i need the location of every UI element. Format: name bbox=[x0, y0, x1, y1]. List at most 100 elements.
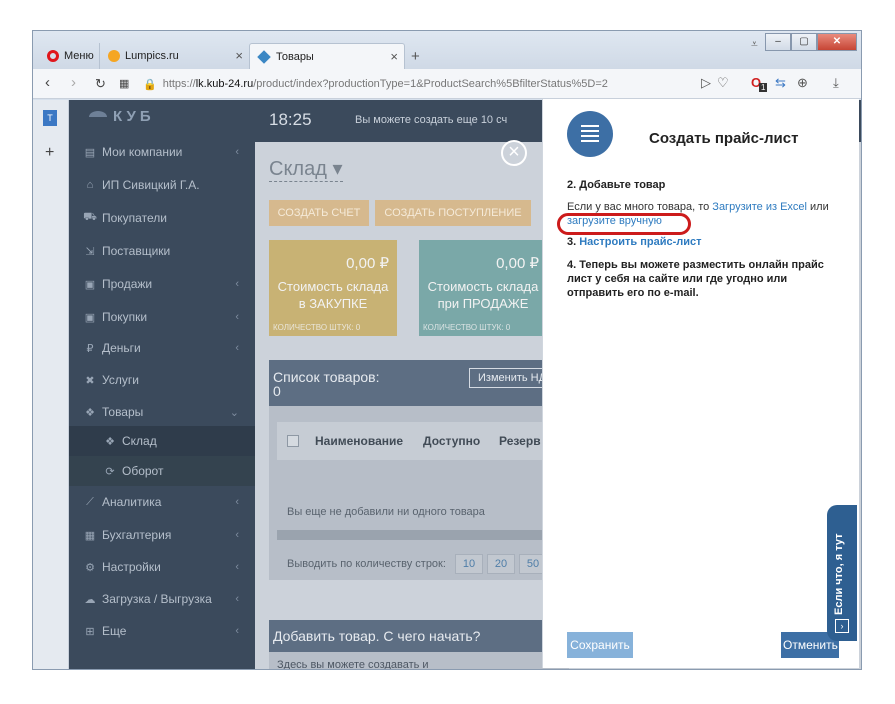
list-numbered-icon bbox=[567, 111, 613, 157]
sidebar-item-companies[interactable]: ▤ Мои компании ‹ bbox=[69, 136, 255, 168]
doc-icon: ▣ bbox=[84, 278, 96, 291]
tab-menu[interactable]: Меню bbox=[39, 43, 99, 69]
pager-10[interactable]: 10 bbox=[455, 554, 483, 574]
gear-icon: ⚙ bbox=[85, 561, 95, 574]
horizontal-scrollbar[interactable] bbox=[277, 530, 569, 540]
limit-notice: Вы можете создать еще 10 сч bbox=[355, 114, 508, 126]
lumpics-favicon-icon bbox=[108, 50, 120, 62]
step4-text: 4. Теперь вы можете разместить онлайн пр… bbox=[567, 259, 824, 299]
pager-20[interactable]: 20 bbox=[487, 554, 515, 574]
window-controls: – ▢ ✕ bbox=[765, 33, 857, 51]
refresh-icon: ⟳ bbox=[105, 465, 115, 478]
sidebar-item-purchases[interactable]: ▣ Покупки ‹ bbox=[69, 301, 255, 333]
pager-label: Выводить по количеству строк: bbox=[287, 558, 446, 570]
sidebar: КУБ ▤ Мои компании ‹ ⌂ ИП Сивицкий Г.А. ⛟ По… bbox=[69, 100, 255, 669]
sidebar-item-analytics[interactable]: ⟋ Аналитика ‹ bbox=[69, 486, 255, 518]
ledger-icon: ▦ bbox=[84, 529, 96, 542]
sidebar-item-more[interactable]: ⊞ Еще ‹ bbox=[69, 615, 255, 647]
tools-icon: ✖ bbox=[85, 374, 95, 387]
close-window-icon[interactable]: ✕ bbox=[817, 33, 857, 51]
logo[interactable]: КУБ bbox=[89, 108, 155, 125]
plus-square-icon: ⊞ bbox=[85, 625, 95, 638]
list-title: Список товаров: 0 bbox=[273, 369, 380, 399]
sidebar-item-customers[interactable]: ⛟ Покупатели bbox=[69, 202, 255, 234]
close-tab-icon[interactable]: × bbox=[390, 49, 398, 64]
speed-dial-icon[interactable]: ▦ bbox=[119, 77, 129, 90]
step3: 3. Настроить прайс-лист bbox=[567, 236, 702, 248]
cart-icon: ⛟ bbox=[83, 211, 97, 223]
add-product-intro: Добавить товар. С чего начать? Здесь вы … bbox=[269, 620, 569, 669]
translate-icon[interactable]: ⇆ bbox=[775, 75, 786, 91]
upload-excel-link[interactable]: Загрузите из Excel bbox=[712, 201, 807, 213]
col-reserve[interactable]: Резерв bbox=[499, 434, 541, 448]
highlight-ellipse bbox=[557, 213, 691, 235]
col-available[interactable]: Доступно bbox=[423, 434, 499, 448]
select-all-checkbox[interactable] bbox=[287, 435, 299, 447]
close-tab-icon[interactable]: × bbox=[235, 48, 243, 63]
col-name[interactable]: Наименование bbox=[315, 434, 423, 448]
tab-label: Товары bbox=[276, 50, 314, 63]
tab-label: Lumpics.ru bbox=[125, 50, 179, 62]
sidebar-item-services[interactable]: ✖ Услуги bbox=[69, 364, 255, 396]
create-invoice-button[interactable]: СОЗДАТЬ СЧЕТ bbox=[269, 200, 369, 226]
sidebar-item-sales[interactable]: ▣ Продажи ‹ bbox=[69, 268, 255, 300]
trolley-icon: ⇲ bbox=[85, 245, 95, 258]
sidebar-item-warehouse[interactable]: ❖ Склад bbox=[69, 426, 255, 456]
panel-title: Создать прайс-лист bbox=[649, 130, 799, 147]
sidebar-item-goods[interactable]: ❖ Товары ⌄ bbox=[69, 396, 255, 428]
chevron-right-icon: › bbox=[835, 619, 849, 633]
boxes-icon: ❖ bbox=[85, 406, 95, 419]
briefcase-icon: ▤ bbox=[84, 146, 96, 159]
step2-title: 2. Добавьте товар bbox=[567, 179, 666, 191]
sidebar-item-ip[interactable]: ⌂ ИП Сивицкий Г.А. bbox=[69, 169, 255, 201]
download-icon[interactable]: ⤓ bbox=[833, 75, 839, 91]
empty-table-message: Вы еще не добавили ни одного товара bbox=[287, 506, 485, 518]
clock: 18:25 bbox=[269, 110, 312, 129]
opera-sidebar: T + bbox=[33, 100, 69, 669]
page-title[interactable]: Склад ▾ bbox=[269, 156, 343, 182]
logo-mark-icon bbox=[89, 111, 107, 123]
sidebar-item-suppliers[interactable]: ⇲ Поставщики bbox=[69, 235, 255, 267]
chart-icon: ⟋ bbox=[86, 495, 94, 508]
boxes-icon: ❖ bbox=[105, 435, 115, 448]
tab-tovary[interactable]: Товары × bbox=[249, 43, 405, 69]
product-list-panel: Список товаров: 0 Изменить НД bbox=[269, 360, 569, 580]
sidebar-item-accounting[interactable]: ▦ Бухгалтерия ‹ bbox=[69, 519, 255, 551]
back-icon[interactable]: ‹ bbox=[45, 74, 50, 91]
card-purchase-value: 0,00 ₽ Стоимость склада в ЗАКУПКЕ КОЛИЧЕС… bbox=[269, 240, 397, 336]
title-bar: Меню Lumpics.ru × Товары × + ⩡ – ▢ ✕ bbox=[33, 31, 861, 69]
configure-price-list-link[interactable]: Настроить прайс-лист bbox=[579, 236, 701, 248]
save-button[interactable]: Сохранить bbox=[567, 632, 633, 658]
create-receipt-button[interactable]: СОЗДАТЬ ПОСТУПЛЕНИЕ bbox=[375, 200, 531, 226]
translate-app-icon[interactable]: T bbox=[43, 110, 57, 126]
opera-logo-icon bbox=[47, 50, 59, 62]
sidebar-item-turnover[interactable]: ⟳ Оборот bbox=[69, 456, 255, 486]
address-bar: ‹ › ↻ ▦ 🔒 https://lk.kub-24.ru/product/i… bbox=[33, 69, 861, 99]
home-icon: ⌂ bbox=[86, 179, 94, 191]
create-price-list-panel: Создать прайс-лист 2. Добавьте товар Есл… bbox=[542, 99, 859, 668]
url-input[interactable]: 🔒 https://lk.kub-24.ru/product/index?pro… bbox=[143, 73, 743, 95]
card-sale-value: 0,00 ₽ Стоимость склада при ПРОДАЖЕ КОЛИЧ… bbox=[419, 240, 547, 336]
table-header: Наименование Доступно Резерв bbox=[277, 422, 577, 460]
lock-icon: 🔒 bbox=[143, 78, 157, 91]
tab-lumpics[interactable]: Lumpics.ru × bbox=[99, 43, 249, 69]
badge-count: 1 bbox=[759, 83, 768, 92]
cloud-icon: ☁ bbox=[84, 593, 96, 606]
sidebar-item-settings[interactable]: ⚙ Настройки ‹ bbox=[69, 551, 255, 583]
new-tab-icon[interactable]: + bbox=[411, 48, 420, 65]
sidebar-item-money[interactable]: ₽ Деньги ‹ bbox=[69, 332, 255, 364]
send-icon[interactable]: ▷ bbox=[701, 75, 711, 91]
sidebar-item-import-export[interactable]: ☁ Загрузка / Выгрузка ‹ bbox=[69, 583, 255, 615]
maximize-icon[interactable]: ▢ bbox=[791, 33, 817, 51]
heart-icon[interactable]: ♡ bbox=[717, 75, 729, 91]
downloads-menu-icon[interactable]: ⩡ bbox=[751, 37, 758, 52]
globe-icon[interactable]: ⊕ bbox=[797, 75, 808, 91]
minimize-icon[interactable]: – bbox=[765, 33, 791, 51]
ruble-icon: ₽ bbox=[86, 342, 94, 355]
close-panel-icon[interactable]: × bbox=[501, 140, 527, 166]
add-app-icon[interactable]: + bbox=[45, 144, 54, 162]
reload-icon[interactable]: ↻ bbox=[95, 76, 106, 92]
forward-icon[interactable]: › bbox=[71, 74, 76, 91]
tab-label: Меню bbox=[64, 50, 94, 62]
help-widget-tab[interactable]: Если что, я тут › bbox=[827, 505, 857, 641]
